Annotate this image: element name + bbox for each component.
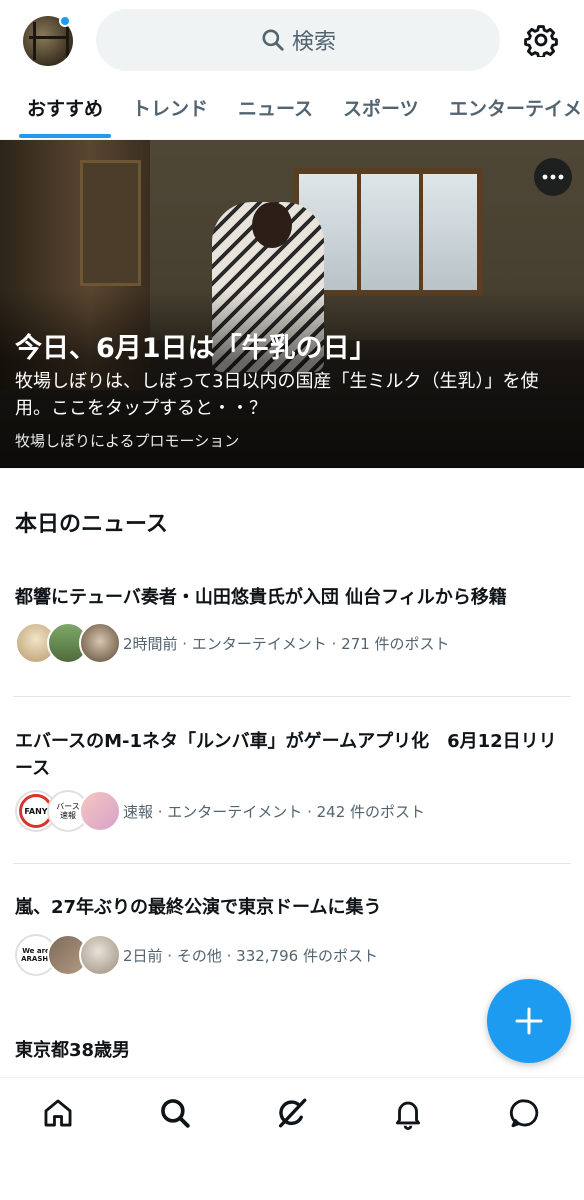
list-divider: [13, 863, 571, 864]
search-placeholder: 検索: [291, 30, 336, 55]
list-divider: [13, 696, 571, 697]
news-meta: 2日前 · その他 · 332,796 件のポスト: [123, 946, 378, 965]
more-options-button[interactable]: [534, 158, 572, 196]
home-icon[interactable]: [41, 1096, 75, 1130]
tab-sports[interactable]: スポーツ: [343, 94, 419, 121]
hero-image-head: [252, 202, 292, 248]
avatar-stack: [15, 622, 121, 664]
news-headline: 嵐、27年ぶりの最終公演で東京ドームに集う: [15, 897, 382, 918]
promoted-hero-card[interactable]: 今日、6月1日は「牛乳の日」 牧場しぼりは、しぼって3日以内の国産「生ミルク（生…: [0, 140, 584, 468]
more-dots-icon: [542, 174, 564, 180]
avatar: [79, 622, 121, 664]
news-meta: 速報 · エンターテイメント · 242 件のポスト: [123, 802, 426, 821]
news-section-title: 本日のニュース: [15, 512, 168, 537]
compose-button[interactable]: [487, 979, 571, 1063]
news-meta-row: 2時間前 · エンターテイメント · 271 件のポスト: [15, 622, 450, 664]
news-headline: 都響にテューバ奏者・山田悠貴氏が入団 仙台フィルから移籍: [15, 587, 507, 608]
grok-icon[interactable]: [275, 1096, 309, 1130]
news-headline: エバースのM-1ネタ「ルンバ車」がゲームアプリ化 6月12日リリース: [15, 731, 557, 779]
section-divider: [0, 468, 584, 488]
settings-gear-icon[interactable]: [524, 23, 558, 57]
tab-news[interactable]: ニュース: [238, 94, 313, 121]
tab-entertainment[interactable]: エンターテイメ: [449, 94, 582, 121]
plus-icon: [515, 1007, 543, 1035]
news-item[interactable]: 都響にテューバ奏者・山田悠貴氏が入団 仙台フィルから移籍 2時間前 · エンター…: [15, 584, 571, 664]
tab-recommended[interactable]: おすすめ: [27, 94, 103, 121]
message-icon[interactable]: [508, 1096, 542, 1130]
active-tab-indicator: [19, 134, 111, 138]
search-bar[interactable]: 検索: [96, 9, 500, 71]
search-icon: [262, 29, 284, 51]
news-item[interactable]: エバースのM-1ネタ「ルンバ車」がゲームアプリ化 6月12日リリース FANY …: [15, 728, 571, 832]
tab-trending[interactable]: トレンド: [132, 94, 208, 121]
search-icon[interactable]: [158, 1096, 192, 1130]
promoted-label: 牧場しぼりによるプロモーション: [15, 432, 240, 450]
explore-tabs: おすすめ トレンド ニュース スポーツ エンターテイメ: [0, 80, 584, 140]
bottom-navigation: [0, 1077, 584, 1200]
notification-dot: [59, 15, 71, 27]
avatar: [79, 790, 121, 832]
news-meta-row: FANY バース 速報 速報 · エンターテイメント · 242 件のポスト: [15, 790, 425, 832]
news-meta-row: We are ARASHI 2日前 · その他 · 332,796 件のポスト: [15, 934, 378, 976]
avatar-stack: We are ARASHI: [15, 934, 121, 976]
top-header: 検索: [0, 0, 584, 80]
hero-description: 牧場しぼりは、しぼって3日以内の国産「生ミルク（生乳）」を使用。ここをタップする…: [15, 371, 539, 419]
news-headline: 東京都38歳男: [15, 1040, 131, 1061]
hero-title: 今日、6月1日は「牛乳の日」: [15, 333, 377, 364]
news-meta: 2時間前 · エンターテイメント · 271 件のポスト: [123, 634, 450, 653]
avatar: [79, 934, 121, 976]
avatar-stack: FANY バース 速報: [15, 790, 121, 832]
news-item[interactable]: 嵐、27年ぶりの最終公演で東京ドームに集う We are ARASHI 2日前 …: [15, 894, 571, 976]
news-item[interactable]: 東京都38歳男: [15, 1037, 571, 1064]
bell-icon[interactable]: [391, 1096, 425, 1130]
